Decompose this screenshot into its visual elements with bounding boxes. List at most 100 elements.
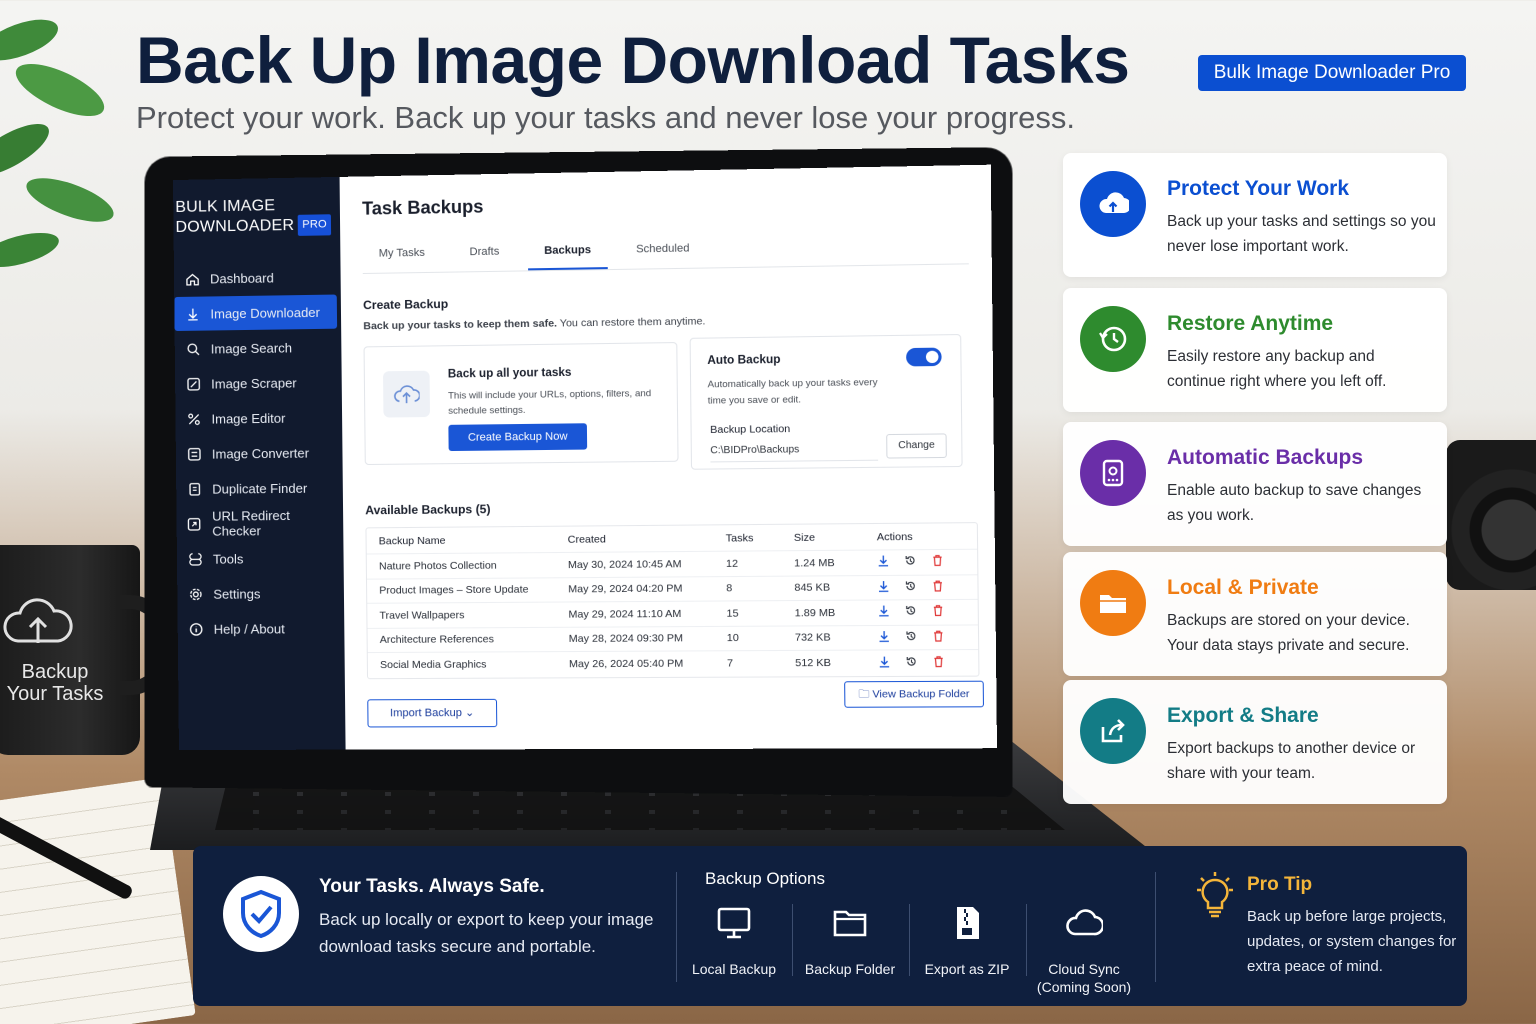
backup-option-monitor[interactable]: Local Backup [676,904,792,994]
bottom-banner: Your Tasks. Always Safe. Back up locally… [193,846,1467,1006]
restore-icon[interactable] [904,580,917,595]
option-divider [792,904,793,976]
trash-icon[interactable] [932,655,945,670]
backup-option-cloud[interactable]: Cloud Sync (Coming Soon) [1026,904,1142,995]
sidebar-item-dashboard[interactable]: Dashboard [174,259,337,296]
feature-desc: Back up your tasks and settings so you n… [1167,213,1436,255]
sidebar-item-image-search[interactable]: Image Search [175,330,338,366]
chevron-down-icon: ⌄ [464,706,475,720]
backup-option-zip[interactable]: Export as ZIP [909,904,1025,994]
auto-backup-title: Auto Backup [707,353,781,368]
zip-icon [957,907,979,939]
duplicate-icon [186,481,202,497]
lightbulb-icon [1197,872,1233,918]
trash-icon[interactable] [932,629,945,644]
create-backup-subtitle-rest: You can restore them anytime. [556,315,706,330]
table-row[interactable]: Product Images – Store Update May 29, 202… [366,574,978,604]
editor-icon [185,411,201,427]
backup-option-label: Local Backup [691,961,777,977]
plant-decoration [0,19,114,268]
available-backups-title: Available Backups (5) [365,502,491,518]
table-row[interactable]: Social Media Graphics May 26, 2024 05:40 … [368,650,979,678]
feature-card: Export & Share Export backups to another … [1063,680,1447,804]
column-header: Created [567,532,606,546]
info-icon [188,621,204,637]
sidebar-item-label: Image Downloader [210,304,321,321]
cell-created: May 29, 2024 04:20 PM [568,582,683,596]
download-icon[interactable] [877,555,890,570]
import-backup-button[interactable]: Import Backup ⌄ [367,698,498,728]
sidebar-item-label: Image Editor [211,410,286,427]
auto-backup-toggle[interactable] [906,347,942,367]
sidebar-item-duplicate-finder[interactable]: Duplicate Finder [176,470,339,506]
sidebar-item-label: Settings [213,585,261,602]
page-subtitle: Protect your work. Back up your tasks an… [136,100,1076,135]
monitor-icon [717,907,751,939]
converter-icon [186,446,202,462]
download-icon[interactable] [878,655,891,670]
table-row[interactable]: Travel Wallpapers May 29, 2024 11:10 AM 15… [367,599,978,629]
backup-all-title: Back up all your tasks [447,366,572,381]
restore-icon[interactable] [905,630,918,645]
cloud-upload-icon [3,598,73,643]
feature-desc: Export backups to another device or shar… [1167,740,1416,782]
tab-my-tasks[interactable]: My Tasks [362,236,441,273]
sidebar-item-url-redirect-checker[interactable]: URL Redirect Checker [176,505,339,541]
download-icon[interactable] [878,605,891,620]
sidebar-item-help-about[interactable]: Help / About [178,611,341,646]
create-backup-subtitle: Back up your tasks to keep them safe. Yo… [363,311,992,332]
cell-size: 1.89 MB [794,606,836,620]
feature-title: Protect Your Work [1167,177,1350,200]
backup-options-title: Backup Options [705,869,826,888]
cell-size: 512 KB [795,657,831,670]
cell-created: May 29, 2024 11:10 AM [568,607,682,621]
tab-backups[interactable]: Backups [527,233,608,271]
sidebar-item-image-downloader[interactable]: Image Downloader [174,294,338,332]
download-icon[interactable] [878,630,891,645]
row-actions [878,604,972,620]
sidebar-item-image-scraper[interactable]: Image Scraper [175,365,338,401]
page-title: Back Up Image Download Tasks [136,23,1130,97]
row-actions [878,629,972,645]
sidebar-item-settings[interactable]: Settings [177,576,340,611]
trash-icon[interactable] [931,554,944,569]
backup-option-label: Backup Folder [804,961,896,977]
backup-location-field[interactable]: C:\BIDPro\Backups [710,438,879,463]
trash-icon[interactable] [932,604,945,619]
create-backup-now-button[interactable]: Create Backup Now [448,423,588,452]
cloud-upload-icon [1080,171,1146,237]
sidebar-item-label: Dashboard [209,269,274,286]
backup-option-label: Export as ZIP [924,961,1010,977]
trash-icon[interactable] [931,579,944,594]
table-row[interactable]: Architecture References May 28, 2024 09:3… [367,624,979,654]
folder-icon: 🗀 [858,688,870,701]
row-actions [878,655,972,671]
cell-name: Architecture References [379,633,495,647]
tab-drafts[interactable]: Drafts [453,235,516,271]
sidebar-item-image-editor[interactable]: Image Editor [175,400,338,436]
mug-text-line1: Backup [21,661,89,683]
tab-bar: My Tasks Drafts Backups Scheduled [362,227,969,275]
view-backup-folder-button[interactable]: 🗀 View Backup Folder [844,680,985,708]
backup-option-folder[interactable]: Backup Folder [792,904,908,994]
sidebar-item-label: Tools [212,550,244,567]
share-icon [1080,698,1146,764]
gear-icon [187,586,203,602]
sidebar-item-image-converter[interactable]: Image Converter [176,435,339,471]
restore-icon[interactable] [904,555,917,570]
cell-name: Travel Wallpapers [379,608,465,622]
download-icon[interactable] [877,580,890,595]
feature-desc: Backups are stored on your device. Your … [1167,612,1410,654]
column-header: Size [793,531,816,544]
column-header: Tasks [725,531,754,545]
row-actions [877,579,971,595]
sidebar-item-tools[interactable]: Tools [177,541,340,576]
restore-icon[interactable] [905,605,918,620]
tab-scheduled[interactable]: Scheduled [620,232,707,269]
cell-name: Product Images – Store Update [379,583,529,597]
change-location-button[interactable]: Change [886,433,947,459]
feature-desc: Enable auto backup to save changes as yo… [1167,482,1422,524]
restore-icon[interactable] [905,655,918,670]
brand-badge: Bulk Image Downloader Pro [1198,55,1466,91]
cell-tasks: 15 [726,607,739,620]
